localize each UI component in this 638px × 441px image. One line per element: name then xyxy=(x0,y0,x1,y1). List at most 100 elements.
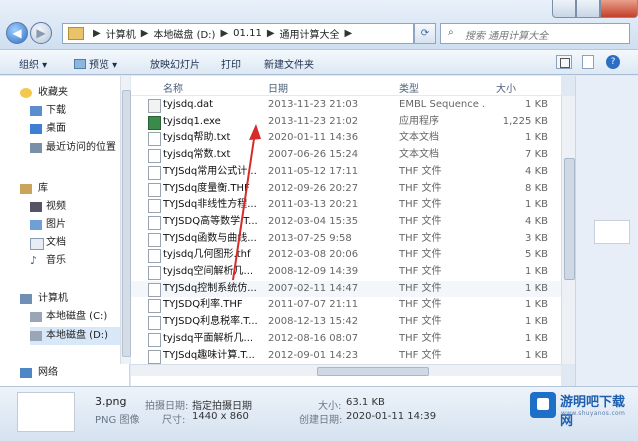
file-size: 1 KB xyxy=(525,332,548,344)
preview-pane-button[interactable] xyxy=(582,55,594,69)
address-bar[interactable]: ▶ 计算机 ▶ 本地磁盘 (D:) ▶ 01.11 ▶ 通用计算大全 ▶ xyxy=(62,23,414,44)
file-type: 文本文档 xyxy=(399,132,439,144)
column-type[interactable]: 类型 xyxy=(399,80,419,95)
file-icon xyxy=(148,132,161,147)
file-size: 1 KB xyxy=(525,132,548,144)
search-input[interactable]: ⌕ 搜索 通用计算大全 xyxy=(440,23,630,44)
close-button[interactable] xyxy=(600,0,638,18)
slideshow-button[interactable]: 放映幻灯片 xyxy=(150,56,200,71)
search-icon: ⌕ xyxy=(448,27,454,38)
download-icon xyxy=(30,106,42,116)
file-date: 2013-11-23 21:02 xyxy=(268,115,359,127)
document-icon xyxy=(30,238,44,250)
file-type: THF 文件 xyxy=(399,199,442,211)
file-row[interactable]: tyjsdq.dat 2013-11-23 21:03 EMBL Sequence … xyxy=(131,97,561,114)
preview-pane xyxy=(575,76,638,386)
nav-recent-label: 最近访问的位置 xyxy=(46,142,116,153)
file-name: tyjsdq平面解析几... xyxy=(163,332,254,344)
maximize-button[interactable] xyxy=(576,0,600,18)
nav-network-label: 网络 xyxy=(38,367,58,378)
size-value: 63.1 KB xyxy=(346,397,385,408)
nav-desktop-label: 桌面 xyxy=(46,123,66,134)
view-options-button[interactable] xyxy=(556,55,572,69)
file-size: 1 KB xyxy=(525,299,548,311)
nav-favorites-label: 收藏夹 xyxy=(38,87,68,98)
chevron-right-icon: ▶ xyxy=(220,28,229,39)
file-type: 应用程序 xyxy=(399,115,439,127)
file-type: 文本文档 xyxy=(399,149,439,161)
file-date: 2012-03-04 15:35 xyxy=(268,215,359,227)
column-date[interactable]: 日期 xyxy=(268,80,288,95)
file-type: THF 文件 xyxy=(399,282,442,294)
logo-icon xyxy=(530,392,556,418)
file-row[interactable]: TYJSdq趣味计算.T... 2012-09-01 14:23 THF 文件 1 K… xyxy=(131,348,561,365)
help-icon[interactable]: ? xyxy=(606,55,620,69)
file-date: 2012-08-16 08:07 xyxy=(268,332,359,344)
nav-drive-d[interactable]: 本地磁盘 (D:) xyxy=(30,327,120,345)
file-type: THF 文件 xyxy=(399,349,442,361)
recent-places-icon xyxy=(30,143,42,153)
back-button[interactable]: ◀ xyxy=(6,22,28,44)
date-taken-label: 拍摄日期: xyxy=(145,401,189,412)
file-size: 1 KB xyxy=(525,266,548,277)
logo-subtext: www.shuyanos.com xyxy=(561,410,626,417)
column-size[interactable]: 大小 xyxy=(496,80,516,95)
print-button[interactable]: 打印 xyxy=(221,56,241,71)
breadcrumb-folder[interactable]: 通用计算大全 xyxy=(280,26,340,41)
file-name: TYJSdq趣味计算.T... xyxy=(163,349,255,361)
file-row[interactable]: TYJSDQ高等数学.T... 2012-03-04 15:35 THF 文件 4 K… xyxy=(131,214,561,231)
breadcrumb-0111[interactable]: 01.11 xyxy=(233,28,262,39)
nav-scrollbar[interactable] xyxy=(120,76,131,364)
file-row[interactable]: TYJSdq非线性方程... 2011-03-13 20:21 THF 文件 1 KB xyxy=(131,197,561,214)
file-row[interactable]: TYJSdq函数与曲线... 2013-07-25 9:58 THF 文件 3 KB xyxy=(131,231,561,248)
horizontal-scrollbar[interactable] xyxy=(131,364,561,376)
folder-icon xyxy=(68,27,84,40)
minimize-button[interactable] xyxy=(552,0,576,18)
scroll-thumb[interactable] xyxy=(564,158,575,280)
file-icon xyxy=(148,282,161,297)
date-taken-value[interactable]: 指定拍摄日期 xyxy=(192,397,252,412)
file-row[interactable]: TYJSdq控制系统仿... 2007-02-11 14:47 THF 文件 1 KB xyxy=(131,280,561,298)
file-row[interactable]: TYJSDQ利率.THF 2011-07-07 21:11 THF 文件 1 KB xyxy=(131,297,561,314)
organize-button[interactable]: 组织 ▾ xyxy=(19,56,47,71)
file-row[interactable]: TYJSdq度量衡.THF 2012-09-26 20:27 THF 文件 8 KB xyxy=(131,181,561,198)
column-name[interactable]: 名称 xyxy=(163,80,183,95)
size-label: 大小: xyxy=(318,401,342,412)
list-scrollbar[interactable] xyxy=(561,96,575,364)
scroll-thumb[interactable] xyxy=(122,90,131,357)
file-size: 4 KB xyxy=(525,215,548,227)
created-label: 创建日期: xyxy=(299,415,343,426)
file-row[interactable]: tyjsdq1.exe 2013-11-23 21:02 应用程序 1,225 KB xyxy=(131,114,561,131)
refresh-button[interactable]: ⟳ xyxy=(414,23,436,44)
file-icon xyxy=(148,232,161,247)
file-name: tyjsdq.dat xyxy=(163,99,214,110)
search-placeholder: 搜索 通用计算大全 xyxy=(465,31,549,42)
file-row[interactable]: TYJSdq常用公式计... 2011-05-12 17:11 THF 文件 4 KB xyxy=(131,164,561,181)
file-size: 3 KB xyxy=(525,232,548,244)
file-date: 2012-03-08 20:06 xyxy=(268,249,359,261)
file-row[interactable]: tyjsdq帮助.txt 2020-01-11 14:36 文本文档 1 KB xyxy=(131,130,561,147)
scroll-thumb[interactable] xyxy=(317,367,429,376)
breadcrumb-drive-d[interactable]: 本地磁盘 (D:) xyxy=(153,26,215,41)
new-folder-button[interactable]: 新建文件夹 xyxy=(264,56,314,71)
nav-pictures-label: 图片 xyxy=(46,219,66,230)
file-row[interactable]: TYJSDQ利息税率.T... 2008-12-13 15:42 THF 文件 1 K… xyxy=(131,314,561,331)
file-row[interactable]: tyjsdq空间解析几... 2008-12-09 14:39 THF 文件 1 KB xyxy=(131,264,561,281)
nav-network[interactable]: 网络 xyxy=(20,364,140,382)
file-date: 2011-07-07 21:11 xyxy=(268,299,359,311)
file-icon xyxy=(148,165,161,180)
chevron-right-icon: ▶ xyxy=(140,28,149,39)
file-row[interactable]: tyjsdq常数.txt 2007-06-26 15:24 文本文档 7 KB xyxy=(131,147,561,164)
file-row[interactable]: tyjsdq几何图形.thf 2012-03-08 20:06 THF 文件 5 KB xyxy=(131,247,561,264)
file-date: 2013-07-25 9:58 xyxy=(268,232,352,244)
details-filetype: PNG 图像 xyxy=(95,415,140,426)
breadcrumb-computer[interactable]: 计算机 xyxy=(106,26,136,41)
refresh-icon: ⟳ xyxy=(420,28,430,39)
file-icon xyxy=(148,215,161,230)
file-date: 2011-03-13 20:21 xyxy=(268,199,359,211)
file-size: 1 KB xyxy=(525,282,548,294)
preview-button[interactable]: 预览 ▾ xyxy=(74,56,117,71)
forward-button[interactable]: ▶ xyxy=(30,22,52,44)
file-row[interactable]: tyjsdq平面解析几... 2012-08-16 08:07 THF 文件 1 KB xyxy=(131,331,561,348)
file-type: THF 文件 xyxy=(399,299,442,311)
